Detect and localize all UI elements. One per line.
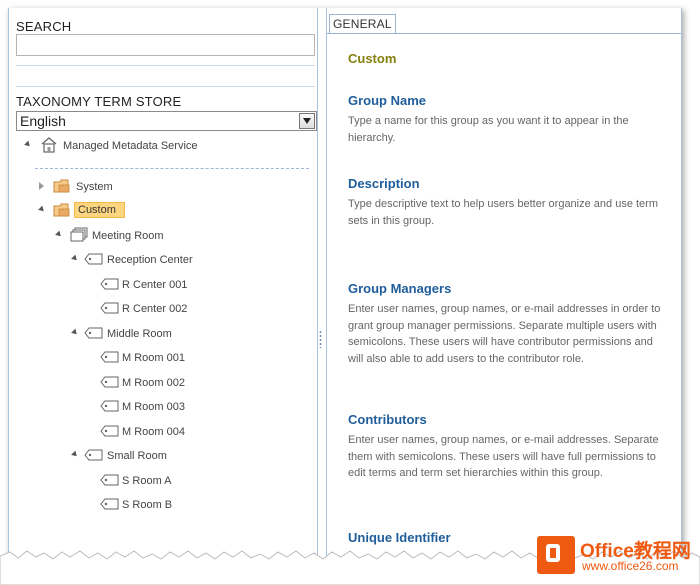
pane-splitter[interactable] [318, 8, 326, 568]
chevron-down-icon[interactable] [299, 113, 315, 129]
tree-node-custom[interactable]: Custom [37, 202, 237, 220]
properties-pane: GENERAL Custom Group Name Type a name fo… [326, 8, 682, 568]
term-tag-icon [100, 425, 120, 440]
metadata-service-icon [39, 135, 59, 158]
term-tag-icon [84, 327, 104, 342]
term-tag-icon [100, 474, 120, 489]
search-label: SEARCH [16, 19, 72, 34]
term-tag-icon [84, 449, 104, 464]
contributors-help-text: Enter user names, group names, or e-mail… [348, 434, 659, 479]
folder-icon [53, 202, 71, 221]
tree-node-r-center-001[interactable]: R Center 001 [100, 276, 260, 294]
group-name-description: Type a name for this group as you want i… [348, 115, 629, 144]
tree-node-reception-center[interactable]: Reception Center [70, 251, 270, 269]
tree-node-label: Reception Center [107, 254, 193, 266]
tab-strip-border [327, 33, 681, 34]
term-tag-icon [84, 253, 104, 268]
tree-node-label: Middle Room [107, 328, 172, 340]
description-help-text: Type descriptive text to help users bett… [348, 198, 658, 227]
search-input[interactable] [16, 34, 315, 56]
group-title: Custom [348, 51, 397, 66]
expand-toggle-icon[interactable] [55, 230, 63, 239]
tree-node-s-room-b[interactable]: S Room B [100, 496, 260, 514]
splitter-grip-icon[interactable] [319, 330, 322, 348]
left-pane: SEARCH TAXONOMY TERM STORE English Manag… [8, 8, 318, 568]
term-tag-icon [100, 278, 120, 293]
search-results-area [16, 65, 315, 87]
term-set-icon [69, 226, 89, 247]
tree-node-label-selected: Custom [74, 202, 125, 218]
tree-node-middle-room[interactable]: Middle Room [70, 325, 270, 343]
tree-node-label: Managed Metadata Service [63, 140, 198, 152]
description-heading: Description [348, 176, 420, 191]
expand-toggle-icon[interactable] [38, 205, 46, 214]
tree-divider [35, 168, 309, 169]
language-select[interactable]: English [16, 111, 317, 131]
office-logo-icon [537, 536, 575, 574]
tree-node-label: M Room 002 [122, 377, 185, 389]
tree-node-label: M Room 004 [122, 426, 185, 438]
expand-toggle-icon[interactable] [39, 182, 44, 190]
tree-node-m-room-004[interactable]: M Room 004 [100, 423, 260, 441]
expand-toggle-icon[interactable] [71, 254, 79, 263]
tree-node-label: S Room B [122, 499, 173, 511]
tree-node-label: S Room A [122, 475, 172, 487]
tree-node-label: M Room 001 [122, 352, 185, 364]
unique-identifier-heading: Unique Identifier [348, 530, 451, 545]
tree-node-small-room[interactable]: Small Room [70, 447, 270, 465]
term-store-window: SEARCH TAXONOMY TERM STORE English Manag… [8, 8, 682, 568]
tree-node-m-room-003[interactable]: M Room 003 [100, 398, 260, 416]
term-tag-icon [100, 376, 120, 391]
taxonomy-term-store-label: TAXONOMY TERM STORE [16, 94, 182, 109]
group-name-heading: Group Name [348, 93, 427, 108]
folder-icon [53, 178, 71, 197]
term-tag-icon [100, 400, 120, 415]
term-tag-icon [100, 351, 120, 366]
tree-node-r-center-002[interactable]: R Center 002 [100, 300, 260, 318]
contributors-heading: Contributors [348, 412, 427, 427]
tree-node-root[interactable]: Managed Metadata Service [23, 137, 303, 155]
term-tag-icon [100, 498, 120, 513]
tree-node-label: R Center 002 [122, 303, 188, 315]
watermark-url: www.office26.com [582, 559, 679, 573]
expand-toggle-icon[interactable] [71, 450, 79, 459]
expand-toggle-icon[interactable] [24, 140, 32, 149]
term-tag-icon [100, 302, 120, 317]
group-managers-help-text: Enter user names, group names, or e-mail… [348, 303, 661, 365]
language-select-value: English [20, 113, 66, 129]
group-managers-heading: Group Managers [348, 281, 452, 296]
tree-node-label: Small Room [107, 450, 167, 462]
watermark-logo: Office教程网 www.office26.com [537, 534, 697, 580]
tab-general[interactable]: GENERAL [329, 14, 396, 34]
tree-node-m-room-002[interactable]: M Room 002 [100, 374, 260, 392]
tree-node-label: R Center 001 [122, 279, 188, 291]
tree-node-meeting-room[interactable]: Meeting Room [54, 227, 254, 245]
tree-node-label: Meeting Room [92, 230, 164, 242]
expand-toggle-icon[interactable] [71, 328, 79, 337]
tree-node-s-room-a[interactable]: S Room A [100, 472, 260, 490]
tree-node-m-room-001[interactable]: M Room 001 [100, 349, 260, 367]
tree-node-system[interactable]: System [37, 178, 237, 196]
tree-node-label: M Room 003 [122, 401, 185, 413]
tree-node-label: System [76, 181, 113, 193]
